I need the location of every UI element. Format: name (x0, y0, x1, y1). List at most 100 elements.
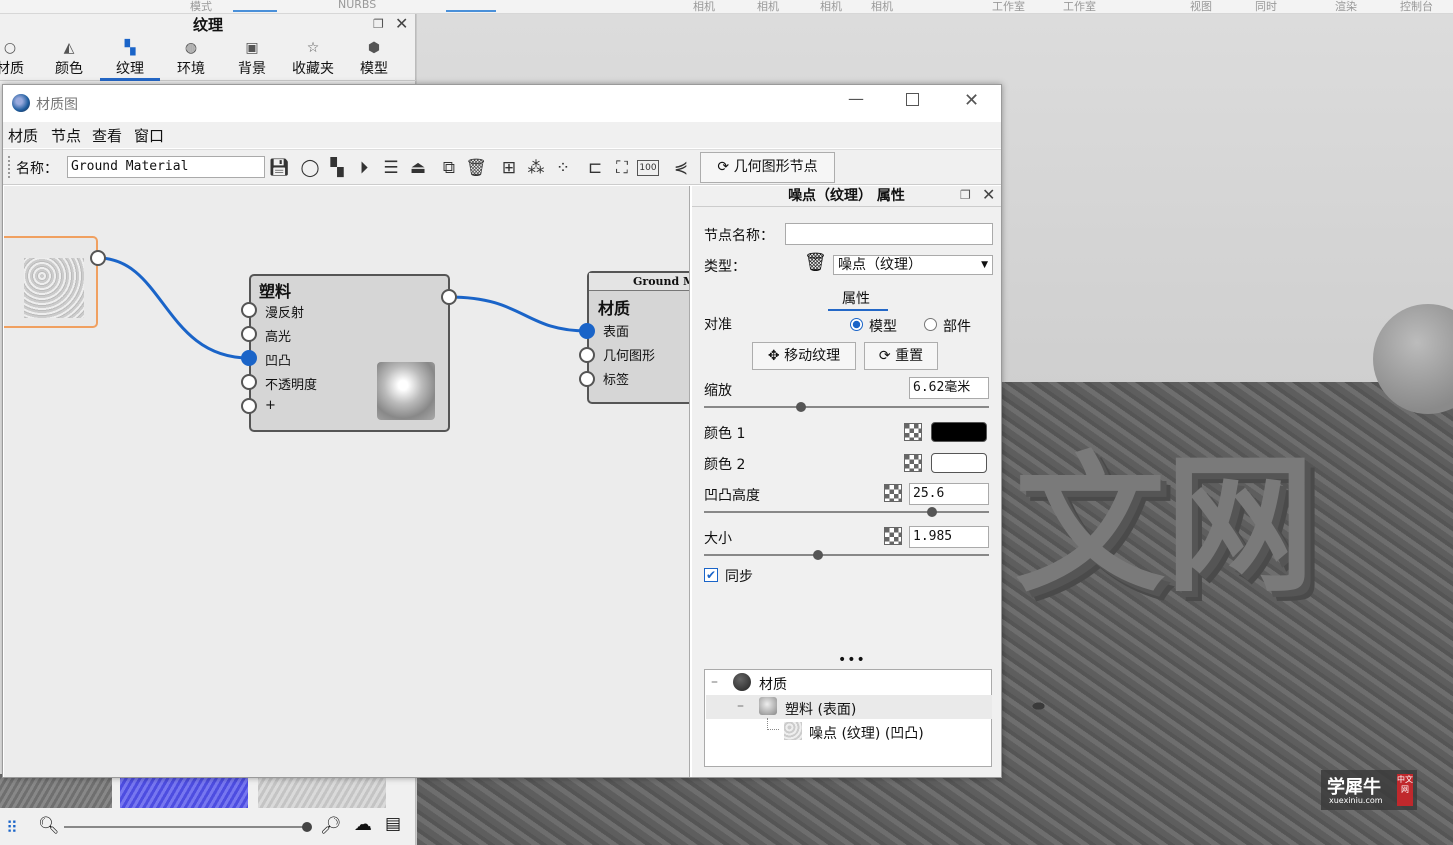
strip-item[interactable]: 同时 (1255, 0, 1277, 14)
duplicate-icon[interactable]: ⧉ (437, 156, 461, 180)
tab-properties[interactable]: 属性 (842, 288, 870, 308)
geometry-node-button[interactable]: ⟳ 几何图形节点 (700, 152, 835, 183)
window-titlebar[interactable]: 材质图 — ✕ (3, 85, 1001, 121)
zoom-100-icon[interactable]: 100 (637, 160, 659, 176)
radio-model[interactable] (850, 318, 863, 331)
noise-texture-node[interactable] (4, 236, 98, 328)
scale-input[interactable]: 6.62毫米 (909, 377, 989, 399)
close-icon[interactable]: ✕ (964, 90, 979, 111)
tab-favorites[interactable]: ☆ 收藏夹 (285, 40, 341, 80)
material-name-input[interactable]: Ground Material (67, 156, 265, 178)
texture-toggle-icon[interactable] (904, 423, 922, 441)
slider-knob[interactable] (813, 550, 823, 560)
collapse-icon[interactable]: – (737, 698, 744, 714)
move-texture-button[interactable]: ✥ 移动纹理 (752, 342, 856, 370)
maximize-icon[interactable] (906, 93, 919, 106)
menu-node[interactable]: 节点 (51, 125, 81, 146)
bump-height-input[interactable]: 25.6 (909, 483, 989, 505)
texture-toggle-icon[interactable] (904, 454, 922, 472)
tab-environment[interactable]: ◍ 环境 (163, 40, 219, 80)
thumbnail-size-slider[interactable] (64, 826, 310, 828)
node-group-icon[interactable]: ⁂ (524, 156, 548, 180)
tab-models[interactable]: ⬢ 模型 (346, 40, 402, 80)
input-port[interactable] (579, 323, 595, 339)
strip-item[interactable]: 相机 (757, 0, 779, 14)
color2-swatch[interactable] (931, 453, 987, 473)
texture-thumbnail[interactable] (0, 774, 112, 808)
save-icon[interactable]: 💾︎ (267, 156, 291, 180)
bag-icon[interactable]: ⏏ (406, 156, 430, 180)
delete-icon[interactable]: 🗑︎ (804, 252, 827, 273)
strip-item[interactable]: 控制台 (1400, 0, 1433, 14)
texture-thumbnail[interactable] (258, 774, 386, 808)
strip-item[interactable]: 相机 (820, 0, 842, 14)
node-canvas[interactable]: 塑料 漫反射 高光 凹凸 不透明度 + Ground M 材质 表面 几何图形 … (4, 186, 690, 777)
node-add-icon[interactable]: ⊞ (497, 156, 521, 180)
strip-item[interactable]: 视图 (1190, 0, 1212, 14)
slider-knob[interactable] (927, 507, 937, 517)
close-icon[interactable]: ✕ (395, 14, 408, 33)
slider-knob[interactable] (302, 822, 312, 832)
strip-item[interactable]: 相机 (693, 0, 715, 14)
zoom-in-icon[interactable]: 🔎︎ (320, 816, 342, 836)
strip-item[interactable]: 模式 (190, 0, 212, 14)
sphere-preview-icon[interactable]: ◯ (298, 156, 322, 180)
bump-height-slider[interactable] (704, 511, 989, 513)
sliders-icon[interactable]: ☰ (379, 156, 403, 180)
menu-material[interactable]: 材质 (8, 125, 38, 146)
menu-view[interactable]: 查看 (92, 125, 122, 146)
input-port[interactable] (241, 302, 257, 318)
minimize-icon[interactable]: — (848, 89, 864, 108)
strip-item[interactable]: 渲染 (1335, 0, 1357, 14)
type-select[interactable]: 噪点（纹理） ▼ (833, 255, 993, 275)
layout-icon[interactable]: ⊏ (583, 156, 607, 180)
size-input[interactable]: 1.985 (909, 526, 989, 548)
node-name-input[interactable] (785, 223, 993, 245)
radio-part[interactable] (924, 318, 937, 331)
node-tidy-icon[interactable]: ⁘ (551, 156, 575, 180)
strip-item[interactable]: NURBS (338, 0, 376, 11)
tab-color[interactable]: ◭ 颜色 (41, 40, 97, 80)
folder-open-icon[interactable]: ▤ (385, 814, 401, 834)
close-icon[interactable]: ✕ (982, 185, 995, 204)
tree-item-plastic[interactable]: 塑料 (表面) (785, 699, 856, 719)
cloud-upload-icon[interactable]: ☁ (354, 814, 372, 835)
input-port[interactable] (579, 371, 595, 387)
grid-view-icon[interactable]: ⠿ (6, 818, 18, 837)
size-slider[interactable] (704, 554, 989, 556)
tab-background[interactable]: ▣ 背景 (224, 40, 280, 80)
texture-thumbnail[interactable] (120, 774, 248, 808)
output-port[interactable] (90, 250, 106, 266)
tab-material[interactable]: ○ 材质 (0, 40, 38, 80)
restore-icon[interactable]: ❐ (373, 17, 384, 31)
scale-slider[interactable] (704, 406, 989, 408)
texture-toggle-icon[interactable] (884, 527, 902, 545)
menu-window[interactable]: 窗口 (134, 125, 164, 146)
slider-knob[interactable] (795, 402, 806, 412)
zoom-out-icon[interactable]: 🔍︎ (38, 816, 60, 836)
output-port[interactable] (441, 289, 457, 305)
color1-swatch[interactable] (931, 422, 987, 442)
strip-item[interactable]: 工作室 (992, 0, 1025, 14)
reset-button[interactable]: ⟳ 重置 (864, 342, 938, 370)
input-port[interactable] (241, 350, 257, 366)
strip-item[interactable]: 工作室 (1063, 0, 1096, 14)
fit-view-icon[interactable]: ⛶ (610, 156, 634, 180)
tab-texture[interactable]: ▚ 纹理 (102, 40, 158, 80)
material-node[interactable]: Ground M 材质 表面 几何图形 标签 (587, 271, 689, 404)
checker-icon[interactable]: ▚ (325, 156, 349, 180)
tree-item-noise[interactable]: 噪点 (纹理) (凹凸) (809, 723, 924, 743)
share-icon[interactable]: ⋞ (669, 156, 693, 180)
strip-item[interactable]: 相机 (871, 0, 893, 14)
input-port[interactable] (241, 398, 257, 414)
restore-icon[interactable]: ❐ (960, 188, 971, 202)
tree-item-material[interactable]: 材质 (759, 674, 787, 694)
plastic-node[interactable]: 塑料 漫反射 高光 凹凸 不透明度 + (249, 274, 450, 432)
sync-checkbox[interactable]: ✔ (704, 568, 718, 582)
delete-icon[interactable]: 🗑︎ (464, 156, 488, 180)
texture-toggle-icon[interactable] (884, 484, 902, 502)
splitter-grip[interactable]: ••• (838, 652, 866, 668)
play-icon[interactable]: ⏵ (352, 156, 376, 180)
collapse-icon[interactable]: – (711, 674, 718, 690)
input-port[interactable] (241, 374, 257, 390)
